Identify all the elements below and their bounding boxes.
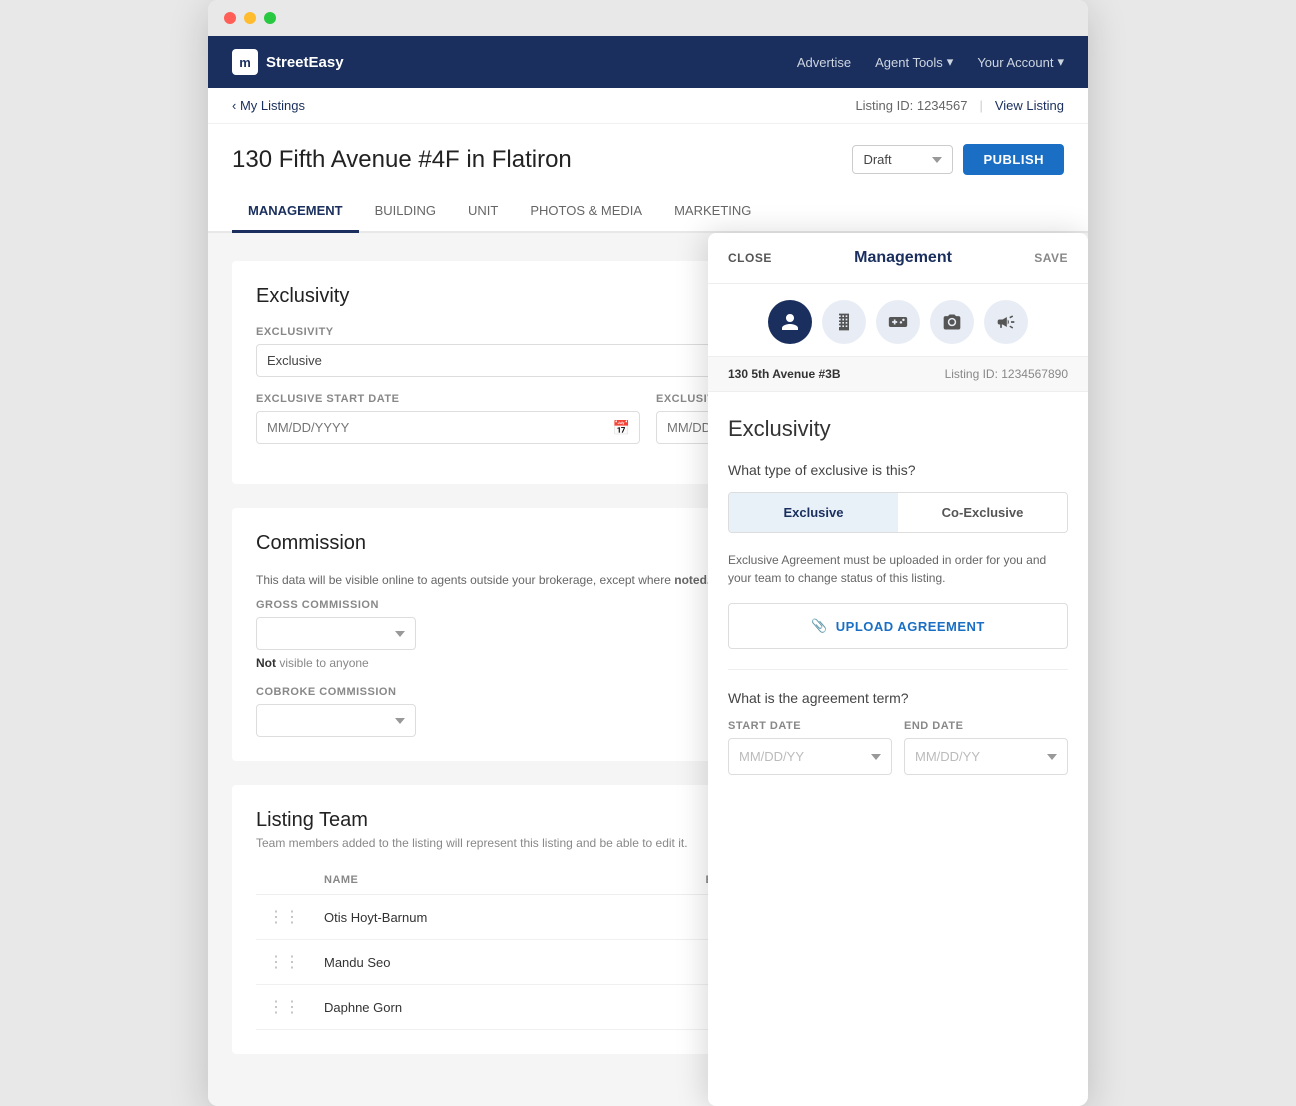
calendar-icon: 📅 [613, 419, 630, 436]
modal-start-date-group: START DATE MM/DD/YY [728, 720, 892, 775]
nav-advertise[interactable]: Advertise [797, 55, 851, 70]
drag-handle[interactable]: ⋮⋮ [268, 909, 300, 926]
page-header: 130 Fifth Avenue #4F in Flatiron Draft A… [208, 124, 1088, 175]
divider: | [979, 98, 982, 113]
modal-close-button[interactable]: CLOSE [728, 251, 772, 265]
modal-divider [728, 669, 1068, 670]
agreement-term-title: What is the agreement term? [728, 690, 1068, 706]
header-actions: Draft Active Off Market PUBLISH [852, 144, 1064, 175]
modal-panel: CLOSE Management SAVE [708, 233, 1088, 1106]
member-name: Mandu Seo [312, 940, 693, 985]
status-select[interactable]: Draft Active Off Market [852, 145, 953, 174]
minimize-dot[interactable] [244, 12, 256, 24]
view-listing-link[interactable]: View Listing [995, 98, 1064, 113]
modal-date-row: START DATE MM/DD/YY END DATE MM/DD/YY [728, 720, 1068, 775]
modal-question: What type of exclusive is this? [728, 462, 1068, 478]
modal-listing-id: Listing ID: 1234567890 [945, 367, 1068, 381]
chevron-icon: ▾ [1057, 54, 1064, 70]
tab-building[interactable]: BUILDING [359, 191, 452, 233]
maximize-dot[interactable] [264, 12, 276, 24]
modal-end-date-select[interactable]: MM/DD/YY [904, 738, 1068, 775]
close-dot[interactable] [224, 12, 236, 24]
team-subtitle: Team members added to the listing will r… [256, 836, 688, 850]
modal-header: CLOSE Management SAVE [708, 233, 1088, 284]
modal-icon-camera[interactable] [930, 300, 974, 344]
tab-nav: MANAGEMENT BUILDING UNIT PHOTOS & MEDIA … [208, 191, 1088, 233]
drag-handle[interactable]: ⋮⋮ [268, 999, 300, 1016]
modal-icons [708, 284, 1088, 357]
drag-handle[interactable]: ⋮⋮ [268, 954, 300, 971]
modal-icon-building[interactable] [822, 300, 866, 344]
nav-agent-tools[interactable]: Agent Tools ▾ [875, 54, 953, 70]
tab-unit[interactable]: UNIT [452, 191, 514, 233]
browser-chrome [208, 0, 1088, 36]
modal-icon-person[interactable] [768, 300, 812, 344]
modal-end-date-group: END DATE MM/DD/YY [904, 720, 1068, 775]
exclusive-toggle: Exclusive Co-Exclusive [728, 492, 1068, 533]
gross-commission-select[interactable] [256, 617, 416, 650]
paperclip-icon-modal: 📎 [811, 618, 828, 634]
modal-listing-address: 130 5th Avenue #3B [728, 367, 841, 381]
start-date-input[interactable] [256, 411, 640, 444]
modal-icon-game[interactable] [876, 300, 920, 344]
tab-management[interactable]: MANAGEMENT [232, 191, 359, 233]
start-date-label: EXCLUSIVE START DATE [256, 393, 640, 405]
modal-save-button[interactable]: SAVE [1034, 251, 1068, 265]
modal-notice: Exclusive Agreement must be uploaded in … [728, 551, 1068, 587]
listing-id: Listing ID: 1234567 [855, 98, 967, 113]
main-content: Exclusivity EXCLUSIVITY Exclusive 📎 ATTA… [208, 233, 1088, 1106]
modal-start-date-label: START DATE [728, 720, 892, 732]
start-date-wrap: 📅 [256, 411, 640, 444]
logo-icon: m [232, 49, 258, 75]
modal-title: Management [854, 249, 952, 267]
modal-icon-megaphone[interactable] [984, 300, 1028, 344]
modal-listing-bar: 130 5th Avenue #3B Listing ID: 123456789… [708, 357, 1088, 392]
logo-text: StreetEasy [266, 54, 344, 71]
team-title: Listing Team [256, 809, 688, 832]
logo[interactable]: m StreetEasy [232, 49, 344, 75]
top-nav: m StreetEasy Advertise Agent Tools ▾ You… [208, 36, 1088, 88]
modal-end-date-label: END DATE [904, 720, 1068, 732]
nav-links: Advertise Agent Tools ▾ Your Account ▾ [797, 54, 1064, 70]
modal-start-date-select[interactable]: MM/DD/YY [728, 738, 892, 775]
cobroke-select[interactable] [256, 704, 416, 737]
modal-body: Exclusivity What type of exclusive is th… [708, 392, 1088, 799]
chevron-icon: ▾ [947, 54, 954, 70]
listing-meta: Listing ID: 1234567 | View Listing [855, 98, 1064, 113]
tab-photos-media[interactable]: PHOTOS & MEDIA [514, 191, 658, 233]
member-name: Otis Hoyt-Barnum [312, 895, 693, 940]
modal-section-title: Exclusivity [728, 416, 1068, 442]
member-name: Daphne Gorn [312, 985, 693, 1030]
publish-button[interactable]: PUBLISH [963, 144, 1064, 175]
col-name: NAME [312, 866, 693, 895]
exclusive-option[interactable]: Exclusive [729, 493, 898, 532]
back-link[interactable]: My Listings [232, 98, 305, 113]
tab-marketing[interactable]: MARKETING [658, 191, 767, 233]
coexclusive-option[interactable]: Co-Exclusive [898, 493, 1067, 532]
upload-agreement-button[interactable]: 📎 UPLOAD AGREEMENT [728, 603, 1068, 649]
start-date-group: EXCLUSIVE START DATE 📅 [256, 393, 640, 444]
page-title: 130 Fifth Avenue #4F in Flatiron [232, 146, 572, 174]
team-title-group: Listing Team Team members added to the l… [256, 809, 688, 850]
nav-account[interactable]: Your Account ▾ [977, 54, 1064, 70]
breadcrumb-bar: My Listings Listing ID: 1234567 | View L… [208, 88, 1088, 124]
